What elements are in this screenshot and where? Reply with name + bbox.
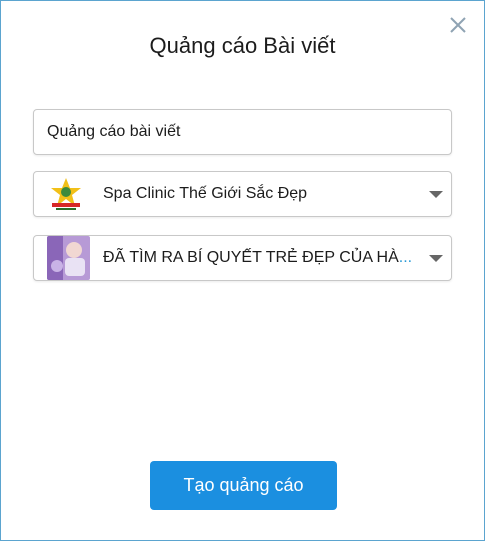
post-select[interactable]: ĐÃ TÌM RA BÍ QUYẾT TRẺ ĐẸP CỦA HÀ...	[33, 235, 452, 281]
page-select[interactable]: Spa Clinic Thế Giới Sắc Đẹp	[33, 171, 452, 217]
post-select-label: ĐÃ TÌM RA BÍ QUYẾT TRẺ ĐẸP CỦA HÀ...	[103, 236, 429, 280]
post-select-ellipsis: ...	[398, 249, 413, 266]
chevron-down-icon[interactable]	[429, 255, 443, 262]
ad-name-input[interactable]	[34, 110, 451, 154]
ad-name-field[interactable]	[33, 109, 452, 155]
post-thumbnail-icon	[47, 236, 90, 280]
dialog-title: Quảng cáo Bài viết	[149, 33, 336, 58]
create-ad-button[interactable]: Tạo quảng cáo	[150, 461, 337, 510]
chevron-down-icon[interactable]	[429, 191, 443, 198]
post-select-text: ĐÃ TÌM RA BÍ QUYẾT TRẺ ĐẸP CỦA HÀ	[103, 249, 399, 266]
page-logo-icon	[46, 176, 86, 213]
close-icon[interactable]	[448, 15, 468, 35]
create-ad-dialog: Quảng cáo Bài viết Spa Clinic Thế Giới S…	[0, 0, 485, 541]
page-select-label: Spa Clinic Thế Giới Sắc Đẹp	[103, 185, 308, 202]
